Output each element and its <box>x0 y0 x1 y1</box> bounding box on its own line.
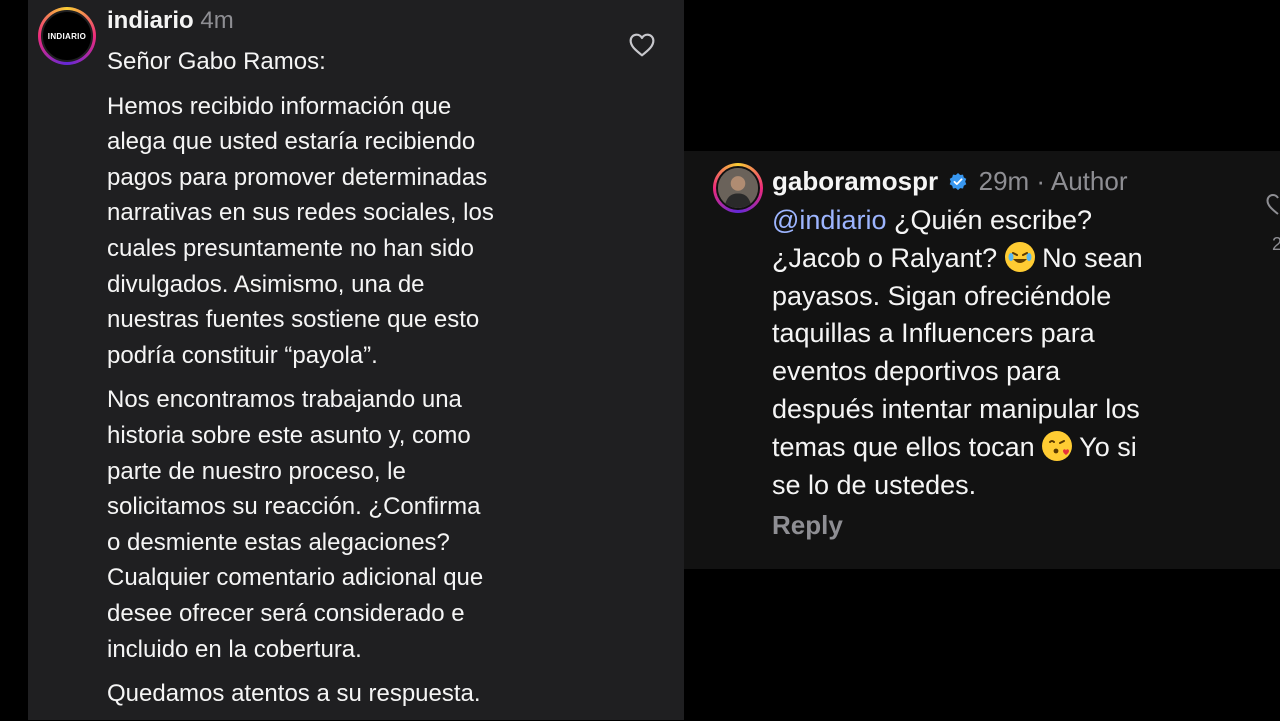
gaboramospr-username[interactable]: gaboramospr <box>772 166 938 196</box>
indiario-comment-text: Señor Gabo Ramos: Hemos recibido informa… <box>107 44 607 721</box>
indiario-logo-text: INDIARIO <box>47 31 87 41</box>
indiario-comment-header: indiario 4m <box>107 4 234 38</box>
gaboramospr-reply-text: @indiario ¿Quién escribe? ¿Jacob o Ralya… <box>772 202 1242 504</box>
reply-button[interactable]: Reply <box>772 510 843 541</box>
gaboramospr-reply-header: gaboramospr 29m · Author <box>772 163 1127 199</box>
gaboramospr-reply-meta: 29m · Author <box>978 166 1128 196</box>
profile-photo-icon <box>718 168 758 208</box>
gaboramospr-profile-photo <box>716 166 760 210</box>
indiario-avatar[interactable]: INDIARIO <box>38 7 96 65</box>
verified-badge-icon <box>950 173 967 191</box>
comment-paragraph: Quedamos atentos a su respuesta. <box>107 680 481 708</box>
laughing-face-icon <box>1005 242 1034 271</box>
indiario-logo: INDIARIO <box>41 10 93 62</box>
reply-text-segment: No sean payasos. Sigan ofreciéndole taqu… <box>772 242 1143 462</box>
gaboramospr-avatar[interactable] <box>713 163 763 213</box>
heart-icon[interactable] <box>1266 193 1280 217</box>
kiss-face-icon <box>1043 431 1072 460</box>
indiario-username[interactable]: indiario <box>107 7 194 34</box>
comment-paragraph: Hemos recibido información que alega que… <box>107 92 494 369</box>
comment-paragraph: Nos encontramos trabajando una historia … <box>107 386 484 663</box>
indiario-comment-time: 4m <box>200 7 234 34</box>
mention-link[interactable]: @indiario <box>772 205 886 235</box>
face-blowing-kiss-emoji <box>1042 430 1073 461</box>
like-count: 2 <box>1272 234 1280 254</box>
rolling-on-floor-laughing-emoji <box>1004 241 1035 272</box>
heart-icon[interactable] <box>629 33 655 57</box>
comment-paragraph: Señor Gabo Ramos: <box>107 48 326 75</box>
